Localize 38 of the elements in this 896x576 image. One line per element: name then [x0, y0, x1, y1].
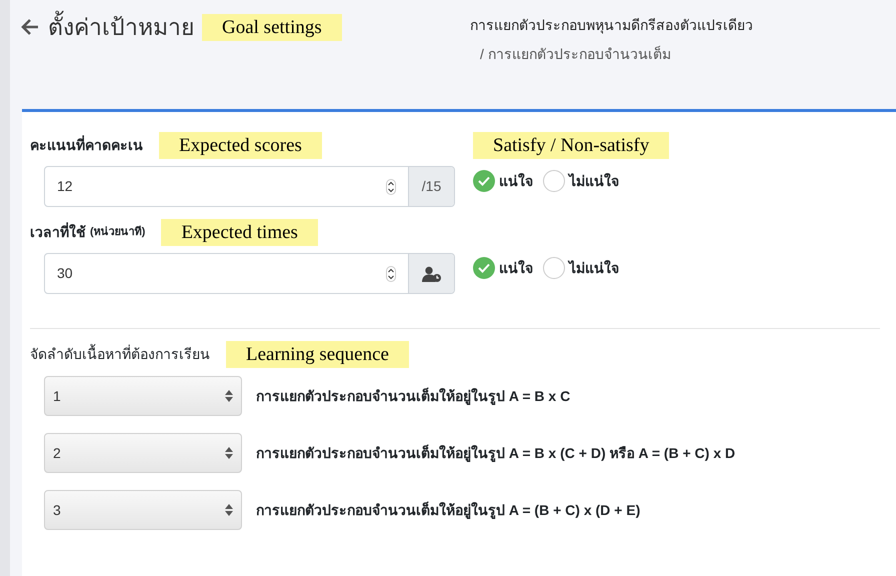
- radio-label: ไม่แน่ใจ: [569, 258, 619, 278]
- radio-button[interactable]: [473, 257, 495, 279]
- number-input[interactable]: 12 /15: [44, 166, 455, 207]
- user-clock-icon: [422, 266, 442, 282]
- select-caret-icon: [225, 446, 233, 460]
- check-icon: [478, 176, 490, 186]
- page-title: ตั้งค่าเป้าหมาย: [48, 10, 194, 44]
- number-input[interactable]: 30: [44, 253, 455, 294]
- spinner-icon[interactable]: [386, 266, 396, 282]
- lesson-title: การแยกตัวประกอบจำนวนเต็มให้อยู่ในรูป A = (B + C) x (D + E): [256, 500, 640, 520]
- breadcrumb-item: การแยกตัวประกอบพหุนามดีกรีสองตัวแปรเดียว: [470, 16, 753, 36]
- select-caret-icon: [225, 389, 233, 403]
- addon-text: /15: [422, 177, 442, 196]
- check-icon: [478, 263, 490, 273]
- field-label: เวลาที่ใช้: [30, 222, 86, 242]
- radio-label: แน่ใจ: [499, 258, 533, 278]
- annotation-label: Expected times: [161, 218, 318, 246]
- annotation-label: Learning sequence: [226, 340, 409, 368]
- section-label: จัดลำดับเนื้อหาที่ต้องการเรียน: [30, 344, 210, 364]
- radio-button[interactable]: [543, 257, 565, 279]
- radio-label: แน่ใจ: [499, 172, 533, 190]
- spinner-icon[interactable]: [386, 178, 396, 194]
- annotation-label: Expected scores: [159, 132, 322, 158]
- field-hint: (หน่วยนาที): [90, 224, 146, 240]
- radio-button[interactable]: [543, 170, 565, 192]
- lesson-title: การแยกตัวประกอบจำนวนเต็มให้อยู่ในรูป A = B x C: [256, 386, 570, 406]
- radio-button[interactable]: [473, 170, 495, 192]
- order-select[interactable]: 1: [44, 376, 242, 416]
- annotation-label: Goal settings: [202, 14, 342, 40]
- annotation-label: Satisfy / Non-satisfy: [473, 132, 670, 158]
- back-arrow-icon[interactable]: [20, 18, 40, 36]
- lesson-title: การแยกตัวประกอบจำนวนเต็มให้อยู่ในรูป A = B x (C + D) หรือ A = (B + C) x D: [256, 444, 736, 464]
- breadcrumb-link[interactable]: / การแยกตัวประกอบจำนวนเต็ม: [470, 36, 753, 65]
- field-label: คะแนนที่คาดคะเน: [30, 134, 143, 154]
- order-select[interactable]: 3: [44, 490, 242, 530]
- select-caret-icon: [225, 503, 233, 517]
- radio-label: ไม่แน่ใจ: [569, 172, 619, 190]
- order-select[interactable]: 2: [44, 433, 242, 473]
